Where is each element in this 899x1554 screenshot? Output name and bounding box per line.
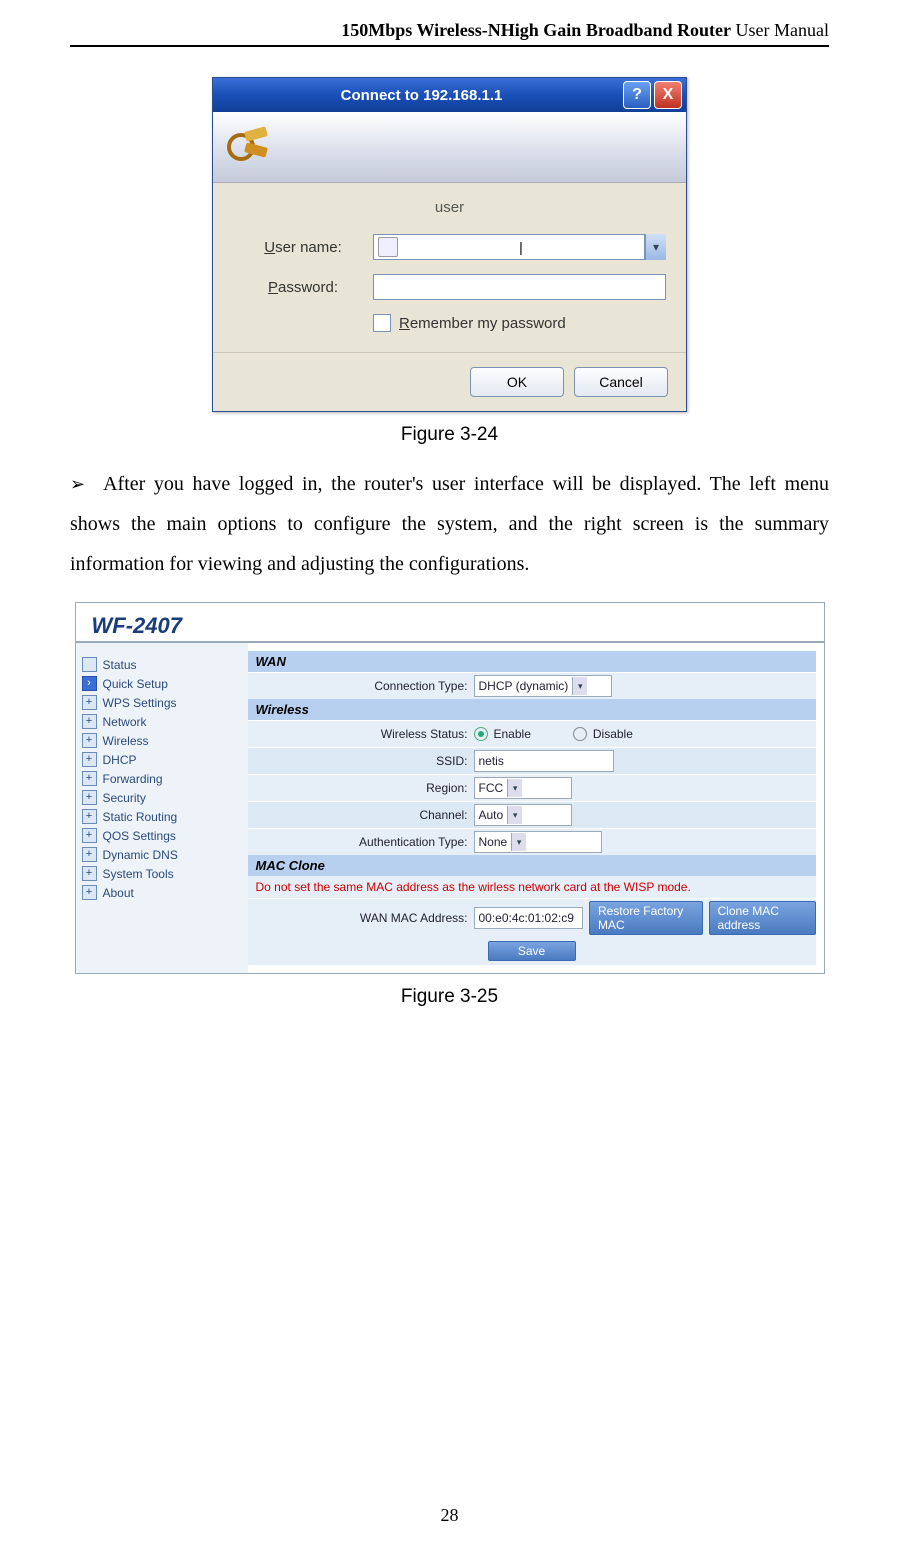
- body-paragraph: ➢After you have logged in, the router's …: [70, 464, 829, 584]
- plus-icon: +: [82, 714, 97, 729]
- password-input[interactable]: [373, 274, 666, 300]
- ssid-label: SSID:: [248, 754, 474, 768]
- plus-icon: +: [82, 771, 97, 786]
- mac-warning: Do not set the same MAC address as the w…: [248, 876, 816, 898]
- nav-item-system-tools[interactable]: +System Tools: [82, 864, 242, 883]
- ok-button[interactable]: OK: [470, 367, 564, 397]
- box-icon: [82, 657, 97, 672]
- router-main: WAN Connection Type: DHCP (dynamic)▾ Wir…: [248, 643, 824, 973]
- section-wireless: Wireless: [248, 699, 816, 720]
- channel-label: Channel:: [248, 808, 474, 822]
- checkbox-icon[interactable]: [373, 314, 391, 332]
- chevron-down-icon: ▾: [511, 833, 526, 851]
- conn-type-label: Connection Type:: [248, 679, 474, 693]
- section-mac-clone: MAC Clone: [248, 855, 816, 876]
- login-banner: [213, 112, 686, 183]
- plus-icon: +: [82, 866, 97, 881]
- header-bold: 150Mbps Wireless-NHigh Gain Broadband Ro…: [341, 20, 731, 40]
- plus-icon: +: [82, 847, 97, 862]
- nav-item-about[interactable]: +About: [82, 883, 242, 902]
- nav-item-status[interactable]: Status: [82, 655, 242, 674]
- chevron-down-icon[interactable]: ▾: [645, 234, 666, 260]
- remember-checkbox-row[interactable]: Remember my password: [373, 314, 666, 332]
- channel-select[interactable]: Auto▾: [474, 804, 572, 826]
- chevron-down-icon: ▾: [507, 806, 522, 824]
- nav-item-ddns[interactable]: +Dynamic DNS: [82, 845, 242, 864]
- model-label: WF-2407: [92, 613, 808, 639]
- plus-icon: +: [82, 752, 97, 767]
- nav-item-quick-setup[interactable]: ›Quick Setup: [82, 674, 242, 693]
- router-ui: WF-2407 Status ›Quick Setup +WPS Setting…: [75, 602, 825, 974]
- restore-mac-button[interactable]: Restore Factory MAC: [589, 901, 703, 935]
- header-rest: User Manual: [731, 20, 829, 40]
- plus-icon: +: [82, 885, 97, 900]
- close-icon[interactable]: X: [654, 81, 682, 109]
- username-label: User name:: [233, 239, 373, 256]
- page-number: 28: [0, 1505, 899, 1526]
- plus-icon: +: [82, 790, 97, 805]
- password-label: Password:: [233, 279, 373, 296]
- chevron-down-icon: ▾: [507, 779, 522, 797]
- wan-mac-input[interactable]: 00:e0:4c:01:02:c9: [474, 907, 583, 929]
- router-nav: Status ›Quick Setup +WPS Settings +Netwo…: [76, 643, 248, 973]
- keys-icon: [227, 125, 271, 169]
- cancel-button[interactable]: Cancel: [574, 367, 668, 397]
- plus-icon: +: [82, 809, 97, 824]
- figure-caption-2: Figure 3-25: [70, 986, 829, 1008]
- chevron-down-icon: ▾: [572, 677, 587, 695]
- server-label: user: [233, 199, 666, 216]
- region-select[interactable]: FCC▾: [474, 777, 572, 799]
- user-icon: [378, 237, 398, 257]
- plus-icon: +: [82, 695, 97, 710]
- region-label: Region:: [248, 781, 474, 795]
- save-button[interactable]: Save: [488, 941, 576, 961]
- help-icon[interactable]: ?: [623, 81, 651, 109]
- figure-caption-1: Figure 3-24: [70, 424, 829, 446]
- plus-icon: +: [82, 828, 97, 843]
- auth-label: Authentication Type:: [248, 835, 474, 849]
- conn-type-select[interactable]: DHCP (dynamic)▾: [474, 675, 612, 697]
- clone-mac-button[interactable]: Clone MAC address: [709, 901, 816, 935]
- auth-select[interactable]: None▾: [474, 831, 602, 853]
- arrow-right-icon: ›: [82, 676, 97, 691]
- nav-item-forwarding[interactable]: +Forwarding: [82, 769, 242, 788]
- nav-item-static-routing[interactable]: +Static Routing: [82, 807, 242, 826]
- router-header: WF-2407: [76, 603, 824, 643]
- radio-disable[interactable]: [573, 727, 587, 741]
- bullet-icon: ➢: [70, 474, 85, 494]
- radio-enable[interactable]: [474, 727, 488, 741]
- nav-item-qos[interactable]: +QOS Settings: [82, 826, 242, 845]
- enable-label: Enable: [494, 727, 531, 741]
- ssid-input[interactable]: netis: [474, 750, 614, 772]
- running-header: 150Mbps Wireless-NHigh Gain Broadband Ro…: [70, 20, 829, 41]
- login-title: Connect to 192.168.1.1: [223, 87, 620, 104]
- wireless-status-label: Wireless Status:: [248, 727, 474, 741]
- login-dialog: Connect to 192.168.1.1 ? X user User nam…: [212, 77, 687, 412]
- plus-icon: +: [82, 733, 97, 748]
- username-input[interactable]: |: [373, 234, 645, 260]
- login-titlebar: Connect to 192.168.1.1 ? X: [213, 78, 686, 112]
- nav-item-dhcp[interactable]: +DHCP: [82, 750, 242, 769]
- disable-label: Disable: [593, 727, 633, 741]
- nav-item-security[interactable]: +Security: [82, 788, 242, 807]
- nav-item-wireless[interactable]: +Wireless: [82, 731, 242, 750]
- section-wan: WAN: [248, 651, 816, 672]
- nav-item-network[interactable]: +Network: [82, 712, 242, 731]
- wan-mac-label: WAN MAC Address:: [248, 911, 474, 925]
- header-rule: [70, 45, 829, 47]
- nav-item-wps[interactable]: +WPS Settings: [82, 693, 242, 712]
